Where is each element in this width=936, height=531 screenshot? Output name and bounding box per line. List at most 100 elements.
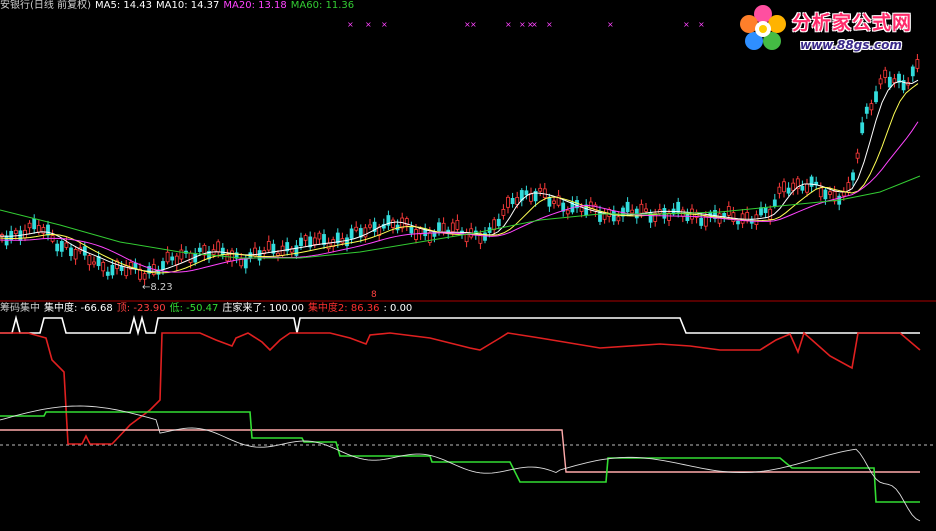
main-chart-legend: 安银行(日线 前复权) MA5: 14.43 MA10: 14.37 MA20: 13… xyxy=(0,0,358,12)
candle-body xyxy=(492,219,497,231)
signal-marker-1: × xyxy=(365,20,372,29)
ma5-line xyxy=(0,79,919,272)
candle-body xyxy=(828,191,832,195)
candle-body xyxy=(174,255,179,266)
signal-marker-10: × xyxy=(607,20,614,29)
candle-body xyxy=(855,152,860,159)
candle-body xyxy=(818,187,823,198)
oscillator-line xyxy=(0,405,921,522)
candle-body xyxy=(59,241,64,252)
indicator-legend: 筹码集中 集中度: -66.68 顶: -23.90 低: -50.47 庄家来了: 1… xyxy=(0,303,416,315)
candle-body xyxy=(441,222,446,234)
candle-body xyxy=(611,210,616,222)
candle-body xyxy=(501,209,506,216)
ma20-line xyxy=(0,121,919,273)
candle-body xyxy=(910,66,915,77)
kline-chart-canvas[interactable]: × × × × × × × ×× × × × × xyxy=(0,0,936,531)
indicator-legend-item-1: 集中度: -66.68 xyxy=(44,303,113,314)
indicator-legend-item-3: 低: -50.47 xyxy=(169,303,219,314)
signal-marker-12: × xyxy=(698,20,705,29)
candle-body xyxy=(547,196,552,207)
candle-body xyxy=(294,245,299,256)
candle-body xyxy=(354,226,359,231)
candle-body xyxy=(165,251,170,263)
candle-body xyxy=(69,247,73,257)
signal-marker-4: × xyxy=(470,20,477,29)
candle-body xyxy=(73,249,78,260)
candle-body xyxy=(188,252,193,263)
candle-body xyxy=(391,219,395,228)
candle-body xyxy=(768,208,773,220)
candle-body xyxy=(483,232,487,241)
signal-marker-0: × xyxy=(347,20,354,29)
candle-body xyxy=(216,241,221,253)
indicator-legend-item-4: 庄家来了: 100.00 xyxy=(222,303,304,314)
candle-body xyxy=(506,196,510,208)
candle-body xyxy=(892,78,897,83)
legend-item-0: 安银行(日线 前复权) xyxy=(0,0,91,11)
candle-body xyxy=(777,186,782,194)
candle-body xyxy=(409,226,414,234)
candle-body xyxy=(515,197,520,205)
candle-body xyxy=(92,261,96,265)
logo-title: 分析家公式网 xyxy=(792,12,913,34)
candle-body xyxy=(510,197,515,205)
low-price-label: ←8.23 xyxy=(142,282,173,293)
candle-body xyxy=(883,69,888,78)
candle-body xyxy=(450,222,455,233)
candle-body xyxy=(699,217,704,226)
candle-body xyxy=(110,264,115,276)
concentration-line xyxy=(0,331,921,445)
flower-icon xyxy=(740,5,786,50)
candle-body xyxy=(809,176,814,187)
signal-marker-5: × xyxy=(505,20,512,29)
candle-body xyxy=(414,229,418,240)
candle-body xyxy=(736,220,740,225)
candle-body xyxy=(32,218,37,230)
candle-body xyxy=(13,229,18,235)
candle-body xyxy=(860,122,865,134)
candle-body xyxy=(257,250,262,261)
indicator-legend-item-0: 筹码集中 xyxy=(0,303,40,314)
candle-body xyxy=(841,191,846,197)
candle-body xyxy=(317,232,322,240)
candle-body xyxy=(179,249,184,260)
top-line xyxy=(0,429,920,473)
candle-body xyxy=(542,188,547,199)
candle-body xyxy=(266,241,271,251)
candle-body xyxy=(225,254,230,262)
candle-body xyxy=(791,182,796,191)
signal-marker-11: × xyxy=(683,20,690,29)
candle-body xyxy=(759,207,763,216)
candle-body xyxy=(685,214,690,222)
candle-body xyxy=(64,242,69,248)
volume-marker-label: 8 xyxy=(371,290,377,300)
low-line xyxy=(0,411,920,503)
indicator-legend-item-6: : 0.00 xyxy=(383,303,413,314)
signal-marker-8: × xyxy=(531,20,538,29)
candle-body xyxy=(105,271,110,276)
candle-body xyxy=(170,256,175,261)
legend-item-3: MA20: 13.18 xyxy=(223,0,287,11)
indicator-legend-item-5: 集中度2: 86.36 xyxy=(307,303,380,314)
candle-body xyxy=(197,247,202,252)
candle-body xyxy=(312,237,317,245)
candle-body xyxy=(565,209,570,215)
candle-body xyxy=(602,213,607,220)
ma60-line xyxy=(0,175,921,259)
candle-body xyxy=(524,190,529,196)
candle-body xyxy=(754,214,759,226)
candle-body xyxy=(538,187,543,192)
candle-body xyxy=(437,222,441,232)
candle-body xyxy=(220,247,225,256)
candle-body xyxy=(887,76,892,88)
candle-body xyxy=(878,78,883,85)
candle-body xyxy=(869,103,874,111)
candle-body xyxy=(805,183,809,193)
candle-body xyxy=(138,268,142,280)
candle-body xyxy=(243,257,248,269)
candle-body xyxy=(46,224,50,236)
legend-item-2: MA10: 14.37 xyxy=(156,0,220,11)
candle-body xyxy=(851,172,855,181)
candle-body xyxy=(322,234,326,245)
